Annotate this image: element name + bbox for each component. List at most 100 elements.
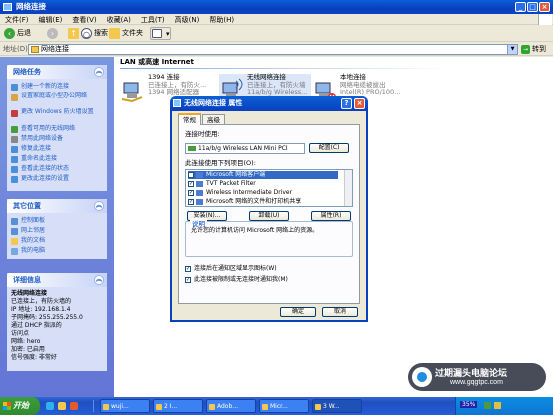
dialog-title: 无线网络连接 属性 <box>184 99 243 107</box>
up-button[interactable]: ↑ <box>67 27 79 40</box>
group-header: LAN 或高速 Internet <box>120 58 194 66</box>
component-item[interactable]: ✓ TVT Packet Filter <box>188 180 338 188</box>
tab-general[interactable]: 常规 <box>178 113 201 125</box>
start-button[interactable]: 开始 <box>0 397 40 415</box>
taskbar-item-4[interactable]: Micr... <box>259 399 309 413</box>
other-places-header[interactable]: 其它位置 ︽ <box>7 199 107 213</box>
task-change-settings[interactable]: 更改此连接的设置 <box>11 174 103 184</box>
rename-icon <box>11 156 18 163</box>
other-places-panel: 其它位置 ︽ 控制面板 网上邻居 我的文档 我的电脑 <box>7 199 107 259</box>
details-line: 网络: hero <box>11 338 41 345</box>
my-computer-icon <box>11 248 18 255</box>
task-home-network[interactable]: 设置家庭或小型办公网络 <box>11 92 103 108</box>
properties-button[interactable]: 属性(R) <box>311 211 351 221</box>
task-view-wireless[interactable]: 查看可用的无线网络 <box>11 124 103 134</box>
views-button[interactable]: ▾ <box>150 27 171 40</box>
adapter-field: 11a/b/g Wireless LAN Mini PCI <box>185 143 305 154</box>
show-icon-option[interactable]: ✓ 连接后在通知区域显示图标(W) <box>185 265 277 273</box>
collapse-chevron-icon[interactable]: ︽ <box>94 201 104 211</box>
window-titlebar[interactable]: 网络连接 _ □ × <box>0 0 553 14</box>
media-icon[interactable] <box>70 402 78 410</box>
place-control-panel[interactable]: 控制面板 <box>11 216 103 226</box>
window-title: 网络连接 <box>16 2 46 11</box>
volume-tray-icon[interactable] <box>494 402 501 409</box>
disable-icon <box>11 136 18 143</box>
status-icon <box>11 166 18 173</box>
minimize-button[interactable]: _ <box>515 2 526 12</box>
network-connection-icon <box>121 82 143 103</box>
close-button[interactable]: × <box>539 2 550 12</box>
component-checkbox[interactable]: ✓ <box>188 181 194 187</box>
place-network-neighborhood[interactable]: 网上邻居 <box>11 226 103 236</box>
details-line: 已连接上，有防火墙的 <box>11 298 72 305</box>
folders-button[interactable]: 文件夹 <box>108 27 143 40</box>
forum-logo-icon <box>412 367 432 387</box>
cancel-button[interactable]: 取消 <box>322 307 358 317</box>
explorer-icon[interactable] <box>58 402 66 410</box>
forward-button[interactable]: › <box>46 27 58 40</box>
configure-button[interactable]: 配置(C) <box>309 143 349 153</box>
back-arrow-icon: ‹ <box>4 28 15 39</box>
component-item[interactable]: ✓ Microsoft 网络的文件和打印机共享 <box>188 198 338 206</box>
task-disable-device[interactable]: 禁用此网络设备 <box>11 134 103 144</box>
ok-button[interactable]: 确定 <box>280 307 316 317</box>
other-places-title: 其它位置 <box>13 202 41 210</box>
help-button[interactable]: ? <box>341 98 352 109</box>
component-item[interactable]: ✓ Microsoft 网络客户端 <box>188 171 338 179</box>
show-icon-checkbox[interactable]: ✓ <box>185 266 191 272</box>
taskbar: 开始 wuji... 2 I... Adob... Micr... 3 W...… <box>0 397 553 415</box>
details-title: 详细信息 <box>13 276 41 284</box>
app-icon <box>103 404 109 410</box>
list-scrollbar[interactable] <box>344 170 352 206</box>
wireless-icon <box>173 99 181 107</box>
place-my-documents[interactable]: 我的文档 <box>11 236 103 246</box>
views-icon <box>152 29 162 38</box>
dialog-close-button[interactable]: × <box>354 98 365 109</box>
description-text: 允许您的计算机访问 Microsoft 网络上的资源。 <box>191 227 319 234</box>
settings-icon <box>11 176 18 183</box>
my-documents-icon <box>11 238 18 245</box>
details-name: 无线网络连接 <box>11 290 48 297</box>
component-checkbox[interactable]: ✓ <box>188 190 194 196</box>
search-button[interactable]: ○ 搜索 <box>80 27 108 40</box>
network-tasks-header[interactable]: 网络任务 ︽ <box>7 65 107 79</box>
components-list[interactable]: ✓ Microsoft 网络客户端 ✓ TVT Packet Filter ✓ Wir… <box>185 169 353 207</box>
items-label: 此连接使用下列项目(O): <box>185 159 256 167</box>
component-checkbox[interactable]: ✓ <box>188 199 194 205</box>
details-panel: 详细信息 ︽ 无线网络连接 已连接上，有防火墙的 IP 地址: 192.168.1… <box>7 273 107 371</box>
dialog-titlebar[interactable]: 无线网络连接 属性 ? × <box>170 96 368 111</box>
go-button[interactable]: → 转到 <box>521 44 546 55</box>
task-view-status[interactable]: 查看此连接的状态 <box>11 164 103 174</box>
ie-icon[interactable] <box>46 402 54 410</box>
uninstall-button[interactable]: 卸载(U) <box>249 211 289 221</box>
tray-text: 35% <box>460 401 478 408</box>
taskbar-item-5[interactable]: 3 W... <box>312 399 362 413</box>
sharing-icon <box>196 199 203 205</box>
home-network-icon <box>11 94 18 101</box>
task-repair-connection[interactable]: 修复此连接 <box>11 144 103 154</box>
back-button[interactable]: ‹ 后退 <box>3 27 31 40</box>
address-input[interactable]: 网络连接 ▼ <box>28 44 518 55</box>
maximize-button[interactable]: □ <box>527 2 538 12</box>
address-dropdown-icon[interactable]: ▼ <box>507 45 517 54</box>
collapse-chevron-icon[interactable]: ︽ <box>94 275 104 285</box>
taskbar-item-2[interactable]: 2 I... <box>153 399 203 413</box>
task-firewall-settings[interactable]: 更改 Windows 防火墙设置 <box>11 108 103 124</box>
details-header[interactable]: 详细信息 ︽ <box>7 273 107 287</box>
dialog-body: 连接时使用: 11a/b/g Wireless LAN Mini PCI 配置(… <box>178 124 360 304</box>
network-tray-icon[interactable] <box>484 402 491 409</box>
collapse-chevron-icon[interactable]: ︽ <box>94 67 104 77</box>
wireless-icon <box>11 126 18 133</box>
notify-limited-option[interactable]: ✓ 此连接被限制或无连接时通知我(M) <box>185 276 288 284</box>
task-rename-connection[interactable]: 重命名此连接 <box>11 154 103 164</box>
notify-limited-checkbox[interactable]: ✓ <box>185 277 191 283</box>
component-checkbox[interactable]: ✓ <box>188 172 194 178</box>
address-value: 网络连接 <box>41 45 69 53</box>
quick-launch <box>44 400 94 412</box>
task-create-connection[interactable]: 创建一个新的连接 <box>11 82 103 92</box>
taskbar-item-3[interactable]: Adob... <box>206 399 256 413</box>
forum-watermark: 过期漏头电脑论坛 www.gqgtpc.com <box>408 363 546 391</box>
taskbar-item-1[interactable]: wuji... <box>100 399 150 413</box>
component-item[interactable]: ✓ Wireless Intermediate Driver <box>188 189 338 197</box>
place-my-computer[interactable]: 我的电脑 <box>11 246 103 256</box>
